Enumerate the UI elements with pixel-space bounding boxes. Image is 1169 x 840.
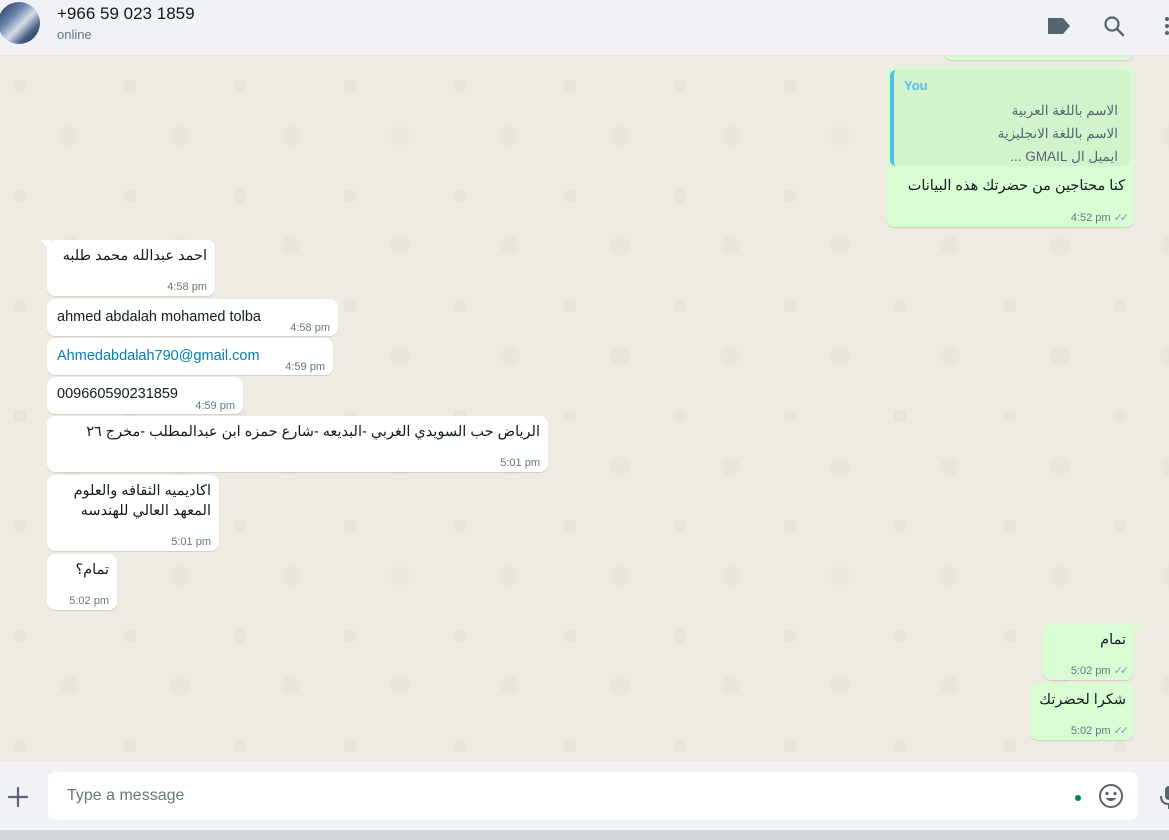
label-icon[interactable] — [1045, 12, 1073, 40]
message-time: 4:59 pm — [285, 361, 325, 373]
contact-avatar[interactable] — [0, 2, 40, 44]
message-text: كنا محتاجين من حضرتك هذه البيانات — [907, 178, 1125, 194]
incoming-message[interactable]: 009660590231859 4:59 pm — [47, 377, 243, 414]
status-dot-icon — [1075, 795, 1081, 801]
message-text: شكرا لحضرتك — [1039, 692, 1126, 708]
quote-line: الاسم باللغة الانجليزية — [997, 126, 1118, 141]
message-line: المعهد العالي للهندسه — [80, 503, 211, 519]
window-bottom-bar — [0, 830, 1169, 840]
read-receipt-icon: ✓✓ — [1113, 665, 1130, 677]
read-receipt-icon: ✓✓ — [1113, 212, 1130, 224]
read-receipt-icon: ✓✓ — [1113, 725, 1130, 737]
incoming-message[interactable]: اكاديميه الثقافه والعلوم المعهد العالي ل… — [47, 475, 219, 551]
incoming-message[interactable]: الرياض حب السويدي الغربي -البديعه -شارع … — [47, 416, 548, 472]
message-text: ahmed abdalah mohamed tolba — [57, 309, 261, 325]
bubble-tail — [1134, 624, 1144, 634]
message-text: احمد عبدالله محمد طلبه — [62, 248, 207, 264]
outgoing-message[interactable]: تمام 5:02 pm ✓✓ — [1043, 624, 1134, 680]
message-time: 5:02 pm ✓✓ — [1070, 725, 1130, 737]
message-time: 4:58 pm — [290, 322, 330, 334]
message-time: 5:01 pm — [171, 536, 211, 548]
mic-icon[interactable] — [1158, 783, 1169, 811]
incoming-message[interactable]: ahmed abdalah mohamed tolba 4:58 pm — [47, 299, 338, 336]
quote-line: الاسم باللغة العربية — [1011, 103, 1118, 118]
contact-name[interactable]: +966 59 023 1859 — [57, 4, 195, 24]
quote-line: ايميل ال GMAIL ... — [1010, 149, 1118, 164]
outgoing-message[interactable]: You الاسم باللغة العربية الاسم باللغة ال… — [886, 66, 1134, 227]
contact-status: online — [57, 27, 92, 42]
compose-bar — [0, 761, 1169, 840]
message-line: اكاديميه الثقافه والعلوم — [73, 483, 211, 499]
incoming-message[interactable]: Ahmedabdalah790@gmail.com 4:59 pm — [47, 338, 333, 375]
chat-header: +966 59 023 1859 online — [0, 0, 1169, 56]
search-icon[interactable] — [1100, 12, 1128, 40]
message-text: 009660590231859 — [57, 386, 178, 402]
previous-message-bubble — [944, 56, 1134, 60]
quoted-message[interactable]: You الاسم باللغة العربية الاسم باللغة ال… — [890, 70, 1130, 166]
message-text: تمام؟ — [75, 562, 109, 578]
message-time: 4:59 pm — [195, 400, 235, 412]
message-time: 4:58 pm — [167, 281, 207, 293]
incoming-message[interactable]: تمام؟ 5:02 pm — [47, 554, 117, 610]
message-list[interactable]: You الاسم باللغة العربية الاسم باللغة ال… — [0, 56, 1169, 761]
message-text: تمام — [1100, 632, 1126, 648]
message-time: 5:02 pm — [69, 595, 109, 607]
plus-icon[interactable] — [4, 783, 32, 811]
quote-author: You — [904, 78, 928, 93]
emoji-icon[interactable] — [1098, 783, 1124, 809]
message-input[interactable] — [48, 772, 1138, 820]
email-link[interactable]: Ahmedabdalah790@gmail.com — [57, 346, 260, 366]
message-time: 4:52 pm ✓✓ — [1070, 212, 1130, 224]
incoming-message[interactable]: احمد عبدالله محمد طلبه 4:58 pm — [47, 240, 215, 296]
outgoing-message[interactable]: شكرا لحضرتك 5:02 pm ✓✓ — [1030, 683, 1134, 740]
message-time: 5:01 pm — [500, 457, 540, 469]
message-time: 5:02 pm ✓✓ — [1070, 665, 1130, 677]
message-text: الرياض حب السويدي الغربي -البديعه -شارع … — [86, 424, 540, 440]
menu-icon[interactable] — [1155, 12, 1169, 40]
